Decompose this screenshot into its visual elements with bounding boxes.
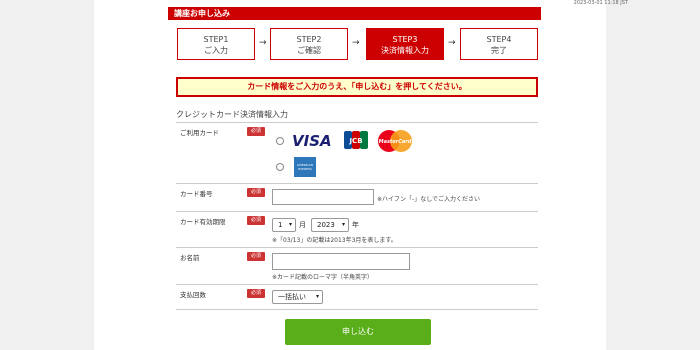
step-3-sub: 決済情報入力	[381, 46, 429, 55]
expiry-year-value: 2023	[317, 221, 335, 229]
installments-row: 支払回数 必須	[176, 284, 538, 310]
chevron-down-icon: ▾	[341, 221, 345, 228]
step-2-sub: ご確認	[297, 46, 321, 55]
step-4: STEP4 完了	[460, 28, 538, 60]
card-amex-radio[interactable]	[276, 163, 284, 171]
step-arrow-icon: →	[448, 38, 456, 48]
required-badge: 必須	[247, 188, 265, 197]
step-1: STEP1 ご入力	[177, 28, 255, 60]
step-arrow-icon: →	[352, 38, 360, 48]
name-input[interactable]	[272, 253, 410, 270]
installments-label: 支払回数	[180, 291, 206, 299]
chevron-down-icon: ▾	[315, 293, 319, 300]
card-visa-jcb-master-radio[interactable]	[276, 137, 284, 145]
timestamp: 2023-03-01 11:18 JST	[573, 0, 628, 6]
jcb-logo: JCB	[344, 131, 368, 149]
card-number-label: カード番号	[180, 190, 213, 198]
card-number-note: ※ハイフン「-」なしでご入力ください	[377, 196, 481, 203]
chevron-down-icon: ▾	[288, 221, 292, 228]
submit-button[interactable]: 申し込む	[285, 319, 431, 345]
card-number-input[interactable]	[272, 189, 374, 205]
page-title: 講座お申し込み	[168, 7, 541, 20]
required-badge: 必須	[247, 289, 265, 298]
step-3-label: STEP3	[392, 35, 418, 44]
step-1-sub: ご入力	[204, 46, 228, 55]
expiry-month-value: 1	[278, 221, 283, 229]
month-unit: 月	[299, 221, 306, 229]
step-2-label: STEP2	[296, 35, 322, 44]
name-label: お名前	[180, 254, 200, 262]
installments-select[interactable]: 一括払い ▾	[272, 290, 323, 304]
jcb-logo-text: JCB	[348, 137, 362, 145]
expiry-label: カード有効期限	[180, 218, 226, 226]
required-badge: 必須	[247, 127, 265, 136]
section-title: クレジットカード決済情報入力	[176, 110, 288, 119]
step-4-sub: 完了	[491, 46, 507, 55]
instruction-notice: カード情報をご入力のうえ、「申し込む」を押してください。	[176, 77, 538, 97]
step-1-label: STEP1	[203, 35, 229, 44]
visa-logo-text: VISA	[292, 132, 332, 149]
visa-logo: VISA	[292, 131, 334, 150]
expiry-month-select[interactable]: 1 ▾	[272, 218, 296, 232]
expiry-note: ※「03/13」の記載は2013年3月を表します。	[272, 237, 397, 244]
expiry-year-select[interactable]: 2023 ▾	[311, 218, 349, 232]
year-unit: 年	[352, 221, 359, 229]
card-type-label: ご利用カード	[180, 129, 219, 137]
svg-text:EXPRESS: EXPRESS	[298, 167, 312, 171]
step-2: STEP2 ご確認	[270, 28, 348, 60]
mastercard-logo-text: MasterCard	[379, 139, 412, 145]
mastercard-logo: MasterCard	[377, 130, 413, 152]
step-3: STEP3 決済情報入力	[366, 28, 444, 60]
step-arrow-icon: →	[259, 38, 267, 48]
amex-logo: AMERICAN EXPRESS	[294, 157, 316, 177]
installments-value: 一括払い	[278, 293, 306, 301]
required-badge: 必須	[247, 252, 265, 261]
required-badge: 必須	[247, 216, 265, 225]
name-note: ※カード記載のローマ字（半角英字）	[272, 274, 374, 281]
step-4-label: STEP4	[486, 35, 512, 44]
